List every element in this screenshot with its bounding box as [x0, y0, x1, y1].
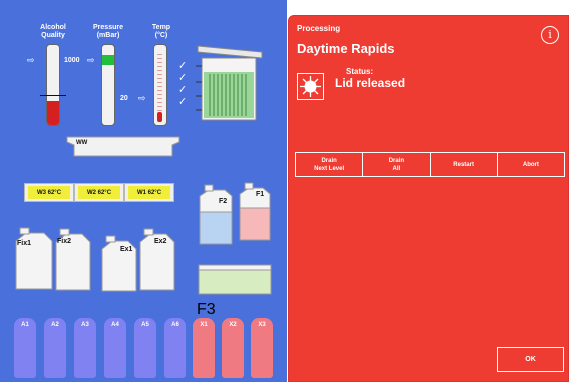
bottle-label: A1 — [21, 322, 29, 328]
wax-bath-label: W1 62°C — [128, 186, 170, 199]
ok-label: OK — [525, 356, 536, 363]
bottle-label: X1 — [200, 322, 208, 328]
retort[interactable] — [196, 38, 266, 124]
wax-bath-w1[interactable]: W1 62°C — [124, 183, 174, 202]
wax-bath-label: W3 62°C — [28, 186, 70, 199]
container-fix2[interactable]: Fix2 — [54, 228, 92, 292]
container-fix1[interactable]: Fix1 — [14, 227, 54, 291]
status-label: Status: — [346, 67, 374, 76]
container-f1[interactable]: F1 — [237, 180, 273, 242]
container-fix1-graphic — [15, 227, 53, 290]
arrow-right-icon: ⇨ — [87, 55, 95, 65]
temp-gauge[interactable] — [153, 44, 167, 126]
bottle-a2[interactable]: A2 — [44, 318, 66, 378]
ww-bath[interactable]: WW — [66, 136, 180, 158]
level-check-icons: ✓ ✓ ✓ ✓ — [178, 60, 188, 108]
pressure-gauge[interactable] — [101, 44, 115, 126]
container-f2-label: F2 — [219, 198, 228, 205]
restart-label: Restart — [453, 161, 474, 168]
alcohol-quality-label: Alcohol Quality — [33, 24, 73, 40]
bottle-a1[interactable]: A1 — [14, 318, 36, 378]
container-ex1[interactable]: Ex1 — [100, 235, 138, 293]
container-f1-label: F1 — [256, 191, 265, 198]
ok-button[interactable]: OK — [497, 347, 564, 372]
bottle-x3[interactable]: X3 — [251, 318, 273, 378]
wax-bath-label: W2 62°C — [78, 186, 120, 199]
bottle-x1[interactable]: X1 — [193, 318, 215, 378]
drain-all-line1: Drain — [388, 157, 405, 164]
container-ex1-label: Ex1 — [120, 246, 133, 253]
container-ex1-graphic — [101, 235, 137, 292]
container-fix1-label: Fix1 — [17, 240, 32, 247]
action-button-row: Drain Next Level Drain All Restart Abort — [295, 152, 565, 177]
container-f3-label: F3 — [197, 301, 216, 318]
container-ex2[interactable]: Ex2 — [138, 228, 176, 292]
container-f1-graphic — [239, 182, 271, 241]
alcohol-quality-gauge[interactable] — [46, 44, 60, 126]
pressure-value-top: 1000 — [64, 57, 80, 64]
wax-bath-w3[interactable]: W3 62°C — [24, 183, 74, 202]
drain-next-level-button[interactable]: Drain Next Level — [296, 153, 362, 176]
temp-scale — [157, 51, 162, 120]
bottle-label: A5 — [141, 322, 149, 328]
alcohol-label-line1: Alcohol — [40, 24, 66, 31]
container-fix2-label: Fix2 — [57, 238, 72, 245]
ww-bath-label: WW — [76, 140, 88, 146]
pressure-label-line2: (mBar) — [96, 32, 120, 39]
wax-bath-w2[interactable]: W2 62°C — [74, 183, 124, 202]
alcohol-quality-level — [47, 101, 59, 125]
bottle-label: A6 — [171, 322, 179, 328]
bottle-label: A3 — [81, 322, 89, 328]
abort-button[interactable]: Abort — [496, 153, 564, 176]
protocol-title: Daytime Rapids — [297, 41, 395, 56]
status-icon-box — [297, 73, 324, 100]
instrument-schematic: Alcohol Quality Pressure (mBar) Temp (°C) ⇨… — [0, 0, 287, 382]
restart-button[interactable]: Restart — [429, 153, 497, 176]
bottle-label: X3 — [258, 322, 266, 328]
bottle-a6[interactable]: A6 — [164, 318, 186, 378]
bottle-label: A4 — [111, 322, 119, 328]
temp-label-line2: (°C) — [154, 32, 168, 39]
bottle-label: X2 — [229, 322, 237, 328]
sun-icon — [300, 76, 321, 97]
bottle-x2[interactable]: X2 — [222, 318, 244, 378]
temp-label: Temp (°C) — [146, 24, 176, 40]
arrow-right-icon: ⇨ — [138, 93, 146, 103]
pressure-value-bottom: 20 — [120, 95, 128, 102]
container-f3-graphic — [198, 264, 272, 295]
pressure-label: Pressure (mBar) — [88, 24, 128, 40]
pressure-label-line1: Pressure — [93, 24, 123, 31]
abort-label: Abort — [522, 161, 539, 168]
bottle-a3[interactable]: A3 — [74, 318, 96, 378]
container-f2[interactable]: F2 — [197, 182, 235, 246]
info-icon-glyph: i — [548, 28, 552, 41]
alcohol-threshold-line — [40, 95, 66, 96]
drain-next-line1: Drain — [321, 157, 337, 164]
drain-all-line2: All — [392, 165, 401, 172]
drain-next-line2: Next Level — [314, 165, 345, 172]
drain-all-button[interactable]: Drain All — [362, 153, 429, 176]
bottle-label: A2 — [51, 322, 59, 328]
alcohol-label-line2: Quality — [41, 32, 65, 39]
panel-header: Processing — [297, 24, 341, 33]
container-f2-graphic — [199, 184, 233, 245]
arrow-right-icon: ⇨ — [27, 55, 35, 65]
processing-panel: Processing i Daytime Rapids Status: Lid … — [288, 15, 569, 382]
retort-graphic — [196, 45, 263, 121]
pressure-level — [102, 55, 114, 65]
container-f3[interactable]: F3 — [197, 262, 273, 318]
bottle-a5[interactable]: A5 — [134, 318, 156, 378]
temp-label-line1: Temp — [151, 24, 171, 31]
temp-level — [157, 112, 162, 122]
info-icon[interactable]: i — [541, 26, 559, 44]
status-value: Lid released — [335, 76, 406, 90]
container-ex2-label: Ex2 — [154, 238, 167, 245]
bottle-a4[interactable]: A4 — [104, 318, 126, 378]
